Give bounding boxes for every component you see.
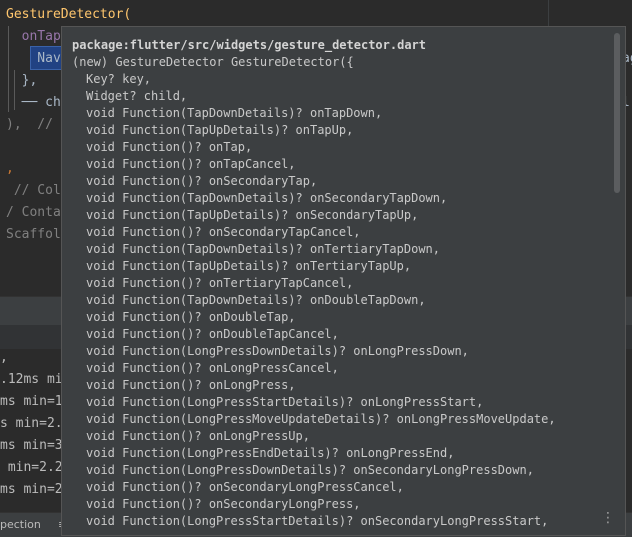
signature-parameter: void Function(TapDownDetails)? onTertiar… [86,242,441,256]
quick-documentation-popup[interactable]: package:flutter/src/widgets/gesture_dete… [61,26,626,536]
signature-parameter: void Function()? onDoubleTap, [86,310,296,324]
signature-parameter: void Function(LongPressStartDetails)? on… [86,395,484,409]
signature-parameter: void Function(LongPressStartDetails)? on… [86,514,549,528]
signature-parameter: void Function()? onSecondaryTapCancel, [86,225,361,239]
doc-package-path: package:flutter/src/widgets/gesture_dete… [72,38,427,52]
signature-parameter: void Function(TapDownDetails)? onSeconda… [86,191,448,205]
signature-open: (new) GestureDetector GestureDetector({ [72,55,354,69]
code-line: GestureDetector( [6,7,132,22]
signature-parameter: void Function()? onTap, [86,140,253,154]
signature-parameter: void Function(LongPressDownDetails)? onS… [86,463,534,477]
signature-parameter: void Function()? onDoubleTapCancel, [86,327,339,341]
signature-parameter: Key? key, [86,72,152,86]
log-line: min=2.2 [0,460,63,475]
more-vertical-icon[interactable]: ⋮ [601,511,615,525]
popup-scrollbar-thumb[interactable] [614,33,620,193]
log-line: ms min=3 [0,438,63,453]
log-line: s min=2. [0,416,63,431]
signature-parameter: Widget? child, [86,89,188,103]
signature-parameter: void Function()? onLongPressCancel, [86,361,339,375]
code-line: ), // [6,117,53,132]
log-line: ms min=2 [0,482,63,497]
signature-parameter: void Function(TapUpDetails)? onTapUp, [86,123,354,137]
signature-parameter: void Function()? onTapCancel, [86,157,296,171]
tool-window-tab[interactable]: pection [0,518,41,531]
code-line: ── chi [6,95,69,110]
signature-parameter: void Function(TapDownDetails)? onTapDown… [86,106,383,120]
code-line: }, [6,73,38,88]
signature-parameter: void Function(LongPressDownDetails)? onL… [86,344,469,358]
signature-parameter: void Function()? onLongPress, [86,378,296,392]
signature-parameter: void Function(TapUpDetails)? onSecondary… [86,208,419,222]
signature-parameter: void Function(LongPressEndDetails)? onLo… [86,446,455,460]
signature-parameter: void Function()? onSecondaryTap, [86,174,318,188]
signature-parameter: void Function()? onLongPressUp, [86,429,310,443]
code-line: Scaffold [6,227,69,242]
code-line: Nav [6,51,61,66]
signature-parameter: void Function(TapDownDetails)? onDoubleT… [86,293,426,307]
log-line: , [0,350,8,365]
log-line: ms min=1 [0,394,63,409]
code-line: / Contai [6,205,69,220]
signature-parameter: void Function()? onSecondaryLongPressCan… [86,480,404,494]
code-line: onTap [6,29,61,44]
log-line: .12ms mi [0,372,63,387]
code-line: // Colu [6,183,69,198]
doc-signature: (new) GestureDetector GestureDetector({ … [72,54,602,530]
signature-parameter: void Function(LongPressMoveUpdateDetails… [86,412,556,426]
signature-parameter: void Function()? onSecondaryLongPress, [86,497,361,511]
signature-parameter: void Function(TapUpDetails)? onTertiaryT… [86,259,412,273]
code-line: , [6,161,14,176]
signature-parameter: void Function()? onTertiaryTapCancel, [86,276,354,290]
